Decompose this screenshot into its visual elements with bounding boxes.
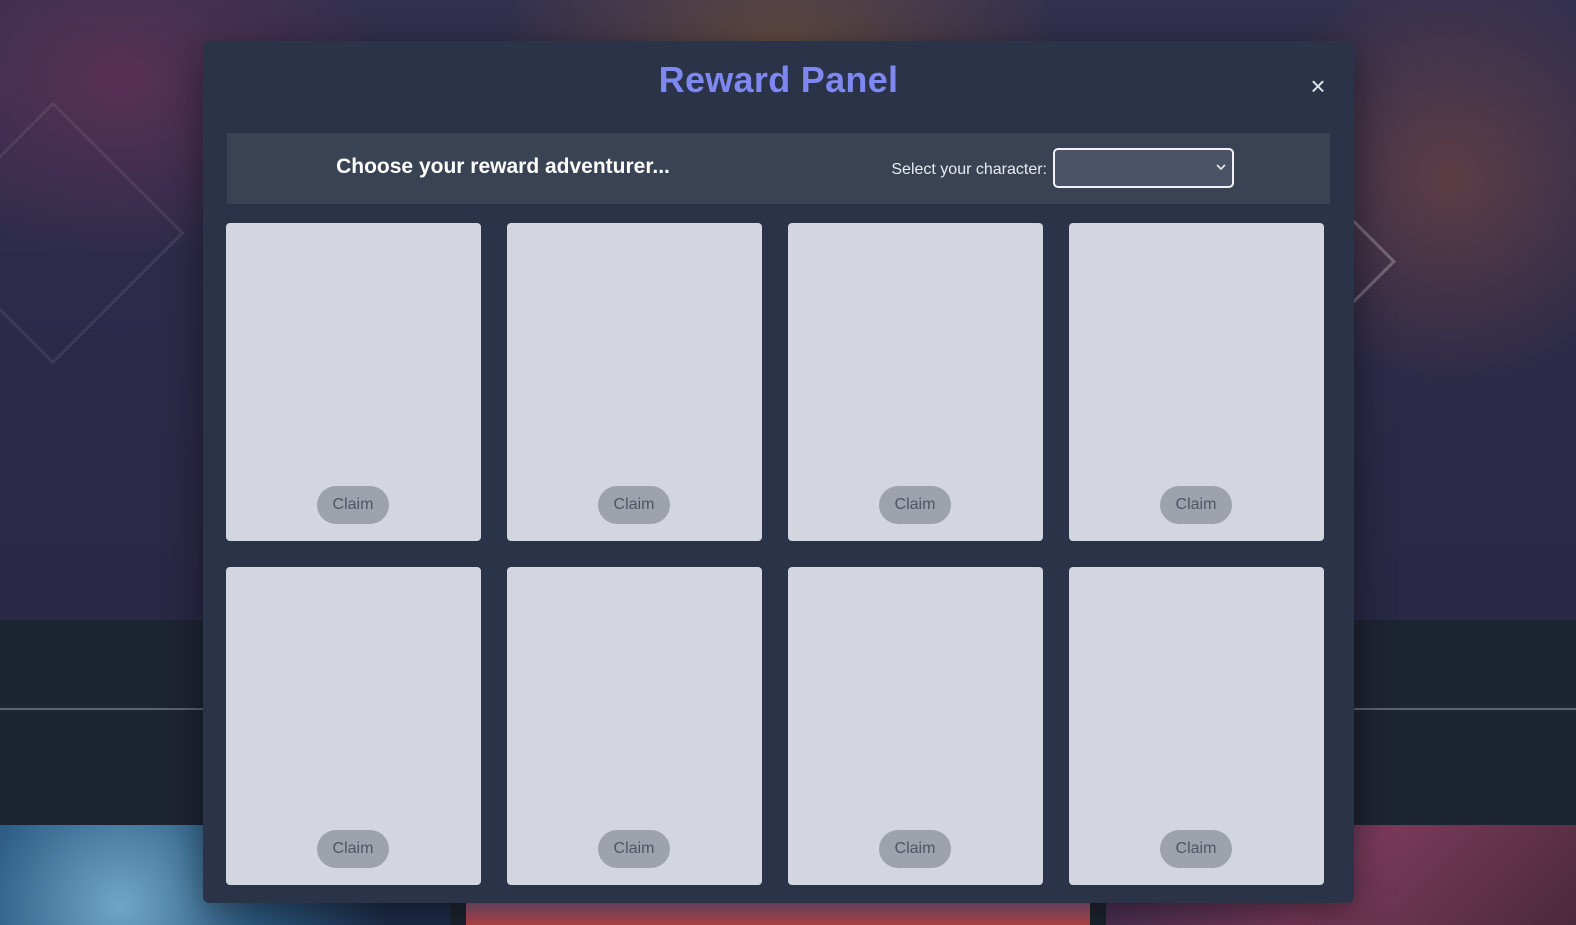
claim-button[interactable]: Claim	[598, 830, 670, 868]
reward-card: Claim	[788, 567, 1043, 885]
claim-button[interactable]: Claim	[1160, 830, 1232, 868]
reward-card: Claim	[226, 223, 481, 541]
claim-button[interactable]: Claim	[598, 486, 670, 524]
modal-title: Reward Panel	[658, 59, 899, 100]
claim-button[interactable]: Claim	[879, 486, 951, 524]
reward-heading: Choose your reward adventurer...	[336, 155, 670, 178]
reward-card: Claim	[226, 567, 481, 885]
reward-panel-modal: Reward Panel × Choose your reward advent…	[203, 41, 1354, 903]
character-select[interactable]	[1053, 148, 1234, 188]
close-button[interactable]: ×	[1303, 71, 1333, 101]
reward-card: Claim	[1069, 223, 1324, 541]
character-select-label: Select your character:	[891, 161, 1047, 178]
reward-card: Claim	[1069, 567, 1324, 885]
reward-toolbar: Choose your reward adventurer... Select …	[227, 133, 1330, 204]
reward-card: Claim	[507, 223, 762, 541]
claim-button[interactable]: Claim	[1160, 486, 1232, 524]
chevron-down-icon	[1216, 164, 1226, 171]
claim-button[interactable]: Claim	[879, 830, 951, 868]
claim-button[interactable]: Claim	[317, 486, 389, 524]
claim-button[interactable]: Claim	[317, 830, 389, 868]
close-icon: ×	[1310, 71, 1326, 101]
reward-card: Claim	[507, 567, 762, 885]
reward-card: Claim	[788, 223, 1043, 541]
